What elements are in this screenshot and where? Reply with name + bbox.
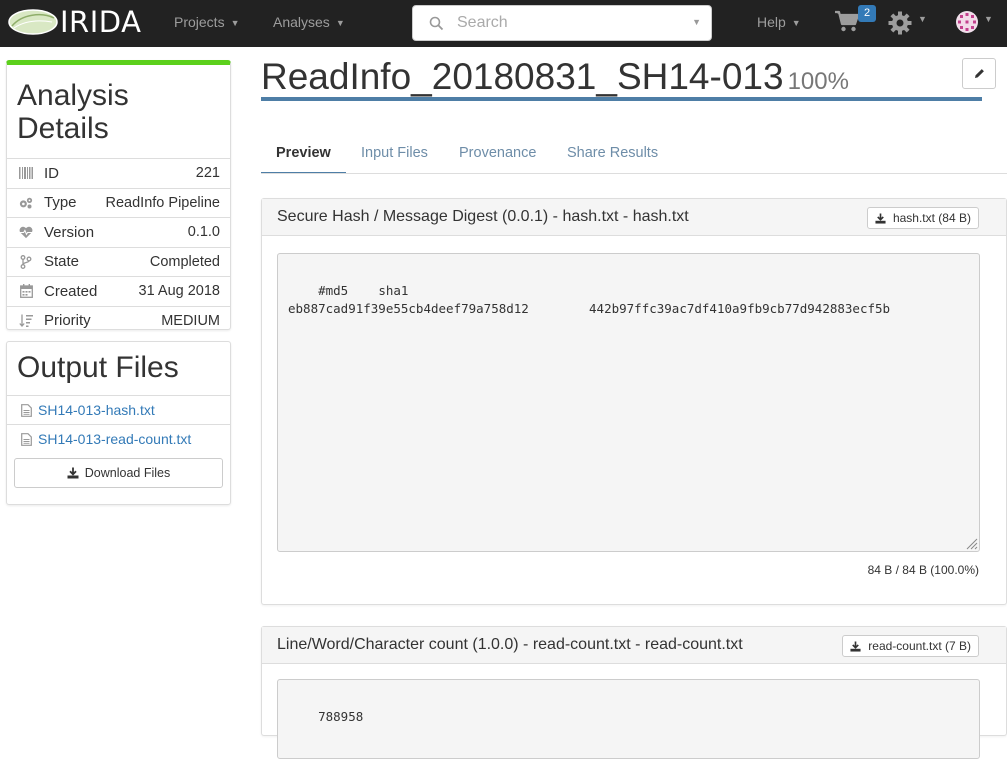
chevron-down-icon[interactable]: ▼: [918, 14, 927, 24]
resize-handle-icon[interactable]: [964, 536, 978, 550]
gear-icon[interactable]: [888, 11, 912, 35]
file-icon: [21, 432, 32, 446]
file-content: 788958: [318, 709, 364, 724]
nav-help-label: Help: [757, 14, 786, 30]
detail-row-created: Created 31 Aug 2018: [7, 276, 230, 306]
output-preview-card: Line/Word/Character count (1.0.0) - read…: [261, 626, 1007, 759]
heartbeat-icon: [19, 225, 33, 239]
barcode-icon: [19, 166, 33, 180]
nav-analyses[interactable]: Analyses ▼: [273, 0, 345, 47]
card-title: Line/Word/Character count (1.0.0) - read…: [277, 636, 743, 653]
file-download-button[interactable]: hash.txt (84 B): [866, 207, 979, 229]
details-list: ID 221 Type ReadInfo Pipeline Version 0.…: [7, 158, 230, 335]
analysis-progress: 100%: [787, 68, 849, 95]
sort-amount-icon: [19, 314, 33, 328]
file-download-label: hash.txt (84 B): [892, 211, 971, 225]
cart-icon[interactable]: [834, 9, 860, 33]
edit-button[interactable]: [962, 58, 996, 89]
analysis-details-title: Analysis Details: [17, 79, 129, 145]
title-underline: [261, 97, 982, 101]
detail-value: 221: [195, 165, 220, 182]
detail-key: Priority: [44, 312, 91, 330]
output-preview-card: Secure Hash / Message Digest (0.0.1) - h…: [261, 198, 1007, 605]
detail-key: Created: [44, 282, 98, 300]
download-icon: [67, 467, 79, 479]
nav-analyses-label: Analyses: [273, 14, 330, 30]
detail-value: MEDIUM: [161, 312, 220, 329]
output-file-item: SH14-013-read-count.txt: [7, 424, 230, 453]
output-file-item: SH14-013-hash.txt: [7, 395, 230, 424]
detail-key: Version: [44, 223, 95, 241]
card-header: Line/Word/Character count (1.0.0) - read…: [262, 627, 1006, 664]
detail-row-id: ID 221: [7, 158, 230, 188]
output-file-link[interactable]: SH14-013-read-count.txt: [38, 431, 191, 447]
detail-value: ReadInfo Pipeline: [105, 194, 220, 211]
download-icon: [875, 212, 886, 224]
detail-value: 0.1.0: [187, 224, 220, 241]
file-content: #md5 sha1 eb887cad91f39e55cb4deef79a758d…: [288, 283, 891, 316]
detail-row-type: Type ReadInfo Pipeline: [7, 187, 230, 218]
detail-row-state: State Completed: [7, 246, 230, 277]
search-icon: [429, 16, 444, 31]
search-box[interactable]: ▼: [412, 5, 712, 41]
chevron-down-icon: ▼: [791, 18, 801, 28]
irida-logo[interactable]: IRIDA: [8, 5, 142, 39]
file-download-button[interactable]: read-count.txt (7 B): [842, 635, 979, 657]
chevron-down-icon: ▼: [230, 18, 240, 28]
detail-value: 31 Aug 2018: [138, 283, 220, 300]
detail-key: ID: [44, 164, 59, 182]
nav-projects-label: Projects: [174, 14, 225, 30]
chevron-down-icon: ▼: [335, 18, 345, 28]
brand-name: IRIDA: [60, 5, 142, 39]
cogs-icon: [19, 196, 33, 210]
file-content-textarea[interactable]: #md5 sha1 eb887cad91f39e55cb4deef79a758d…: [277, 253, 980, 552]
tab-provenance[interactable]: Provenance: [444, 134, 551, 174]
tab-preview[interactable]: Preview: [261, 134, 346, 174]
top-navbar: IRIDA Projects ▼ Analyses ▼ ▼ Help ▼ 2: [0, 0, 1007, 47]
nav-projects[interactable]: Projects ▼: [174, 0, 240, 47]
search-input[interactable]: [457, 12, 677, 34]
output-file-link[interactable]: SH14-013-hash.txt: [38, 402, 155, 418]
cart-count-badge: 2: [858, 5, 876, 22]
tab-input-files[interactable]: Input Files: [346, 134, 443, 174]
nav-help[interactable]: Help ▼: [757, 0, 801, 47]
card-header: Secure Hash / Message Digest (0.0.1) - h…: [262, 199, 1006, 236]
output-files-panel: Output Files SH14-013-hash.txt SH14-013-…: [6, 341, 231, 505]
tabs-divider: [261, 173, 1007, 174]
detail-key: Type: [44, 194, 77, 212]
code-branch-icon: [19, 254, 33, 269]
output-files-title: Output Files: [17, 351, 179, 384]
analysis-name: ReadInfo_20180831_SH14-013: [261, 56, 784, 97]
chevron-down-icon[interactable]: ▼: [984, 14, 993, 24]
detail-key: State: [44, 253, 80, 271]
analysis-details-panel: Analysis Details ID 221 Type ReadInfo Pi…: [6, 60, 231, 330]
download-files-label: Download Files: [84, 466, 171, 480]
irida-leaf-icon: [8, 9, 58, 35]
avatar-pattern-icon: [957, 12, 977, 32]
file-icon: [21, 403, 32, 417]
card-title: Secure Hash / Message Digest (0.0.1) - h…: [277, 208, 689, 225]
file-download-label: read-count.txt (7 B): [868, 639, 971, 653]
pencil-icon: [974, 69, 984, 78]
detail-row-version: Version 0.1.0: [7, 217, 230, 247]
file-content-textarea[interactable]: 788958: [277, 679, 980, 759]
page-title: ReadInfo_20180831_SH14-013 100%: [261, 56, 849, 98]
tab-share-results[interactable]: Share Results: [552, 134, 673, 174]
download-icon: [850, 640, 861, 652]
chevron-down-icon[interactable]: ▼: [692, 17, 701, 27]
detail-value: Completed: [149, 253, 220, 270]
download-files-button[interactable]: Download Files: [14, 458, 223, 488]
file-size-status: 84 B / 84 B (100.0%): [867, 563, 979, 577]
detail-row-priority: Priority MEDIUM: [7, 305, 230, 336]
user-avatar[interactable]: [956, 11, 978, 33]
calendar-icon: [19, 284, 33, 299]
